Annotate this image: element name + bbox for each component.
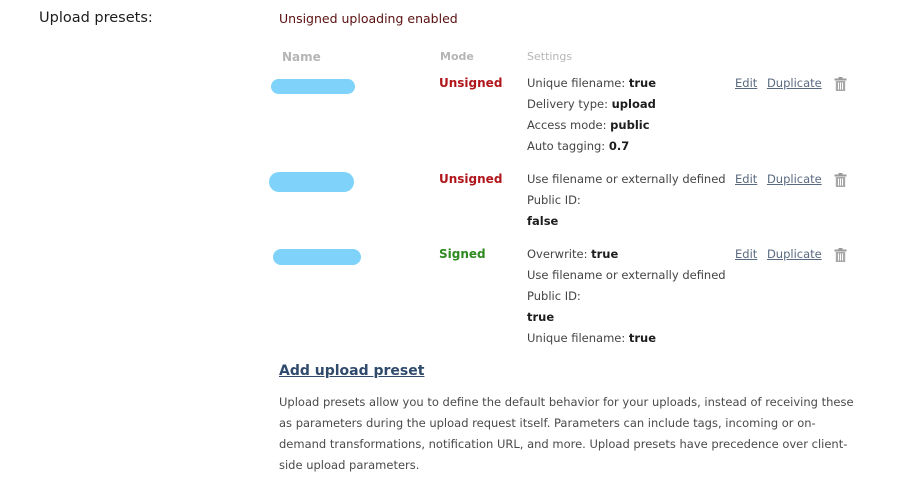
setting-line: Public ID:: [527, 193, 581, 207]
setting-line: Overwrite: true: [527, 247, 619, 261]
edit-link[interactable]: Edit: [735, 247, 757, 261]
preset-actions: Edit Duplicate: [735, 172, 828, 186]
setting-line: Access mode: public: [527, 118, 650, 132]
presets-description: Upload presets allow you to define the d…: [279, 395, 854, 472]
edit-link[interactable]: Edit: [735, 172, 757, 186]
setting-line: Unique filename: true: [527, 331, 657, 345]
setting-line: Unique filename: true: [527, 76, 657, 90]
trash-icon[interactable]: [834, 77, 847, 91]
add-upload-preset-link[interactable]: Add upload preset: [279, 363, 424, 379]
status-title: Unsigned uploading enabled: [279, 11, 458, 26]
preset-actions: Edit Duplicate: [735, 247, 828, 261]
setting-line: Public ID:: [527, 289, 581, 303]
setting-line: true: [527, 310, 555, 324]
preset-mode: Unsigned: [439, 172, 503, 186]
trash-icon[interactable]: [834, 248, 847, 262]
column-header-name: Name: [282, 50, 321, 64]
duplicate-link[interactable]: Duplicate: [767, 172, 822, 186]
setting-line: Use filename or externally defined: [527, 172, 726, 186]
edit-link[interactable]: Edit: [735, 76, 757, 90]
preset-actions: Edit Duplicate: [735, 76, 828, 90]
setting-line: Delivery type: upload: [527, 97, 656, 111]
preset-settings: Unique filename: true Delivery type: upl…: [527, 73, 656, 157]
redacted-preset-name: [269, 172, 354, 192]
duplicate-link[interactable]: Duplicate: [767, 247, 822, 261]
column-header-settings: Settings: [527, 50, 573, 63]
column-header-mode: Mode: [440, 50, 474, 63]
setting-line: false: [527, 214, 559, 228]
duplicate-link[interactable]: Duplicate: [767, 76, 822, 90]
section-label: Upload presets:: [39, 10, 153, 26]
preset-settings: Use filename or externally defined Publi…: [527, 169, 726, 232]
redacted-preset-name: [271, 79, 355, 94]
preset-mode: Unsigned: [439, 76, 503, 90]
setting-line: Auto tagging: 0.7: [527, 139, 630, 153]
preset-settings: Overwrite: true Use filename or external…: [527, 244, 726, 349]
trash-icon[interactable]: [834, 173, 847, 187]
preset-mode: Signed: [439, 247, 486, 261]
redacted-preset-name: [273, 249, 361, 265]
setting-line: Use filename or externally defined: [527, 268, 726, 282]
